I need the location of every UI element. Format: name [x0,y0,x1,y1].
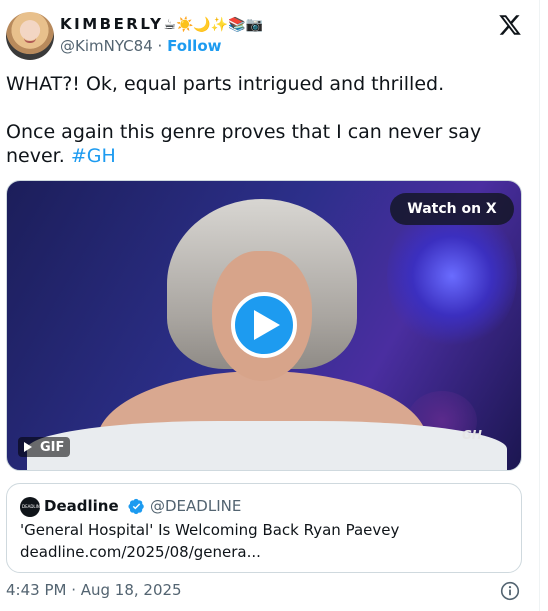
hashtag-link[interactable]: #GH [71,145,116,167]
author-handle[interactable]: @KimNYC84 [60,37,153,55]
quoted-tweet[interactable]: DEADLINE Deadline @DEADLINE 'General Hos… [6,483,522,573]
gif-badge: GIF [18,437,71,457]
author-handle-row: @KimNYC84 · Follow [60,37,221,55]
watch-on-x-button[interactable]: Watch on X [390,193,514,225]
author-name[interactable]: KIMBERLY☕☀️🌙✨📚📷 [60,15,263,33]
info-icon[interactable] [500,581,520,601]
x-logo-icon[interactable] [497,13,523,37]
play-icon [253,310,280,340]
author-name-text: KIMBERLY [60,15,164,33]
author-name-emojis: ☕☀️🌙✨📚📷 [163,17,264,33]
author-avatar[interactable] [6,12,54,60]
quote-link[interactable]: deadline.com/2025/08/genera... [20,543,261,561]
quote-avatar: DEADLINE [20,497,42,517]
tweet-timestamp[interactable]: 4:43 PM · Aug 18, 2025 [6,581,182,599]
verified-badge-icon [128,498,144,515]
quote-author-name: Deadline [44,497,119,515]
quote-author-handle: @DEADLINE [150,497,242,515]
play-button[interactable] [231,292,297,358]
tweet-card: KIMBERLY☕☀️🌙✨📚📷 @KimNYC84 · Follow WHAT?… [0,0,540,611]
tweet-text: WHAT?! Ok, equal parts intrigued and thr… [6,72,526,168]
follow-button[interactable]: Follow [167,37,221,55]
play-small-icon [24,442,32,452]
channel-watermark: GH [462,428,482,442]
gif-label: GIF [40,439,65,455]
handle-separator: · [157,37,163,55]
quote-title: 'General Hospital' Is Welcoming Back Rya… [20,521,400,539]
